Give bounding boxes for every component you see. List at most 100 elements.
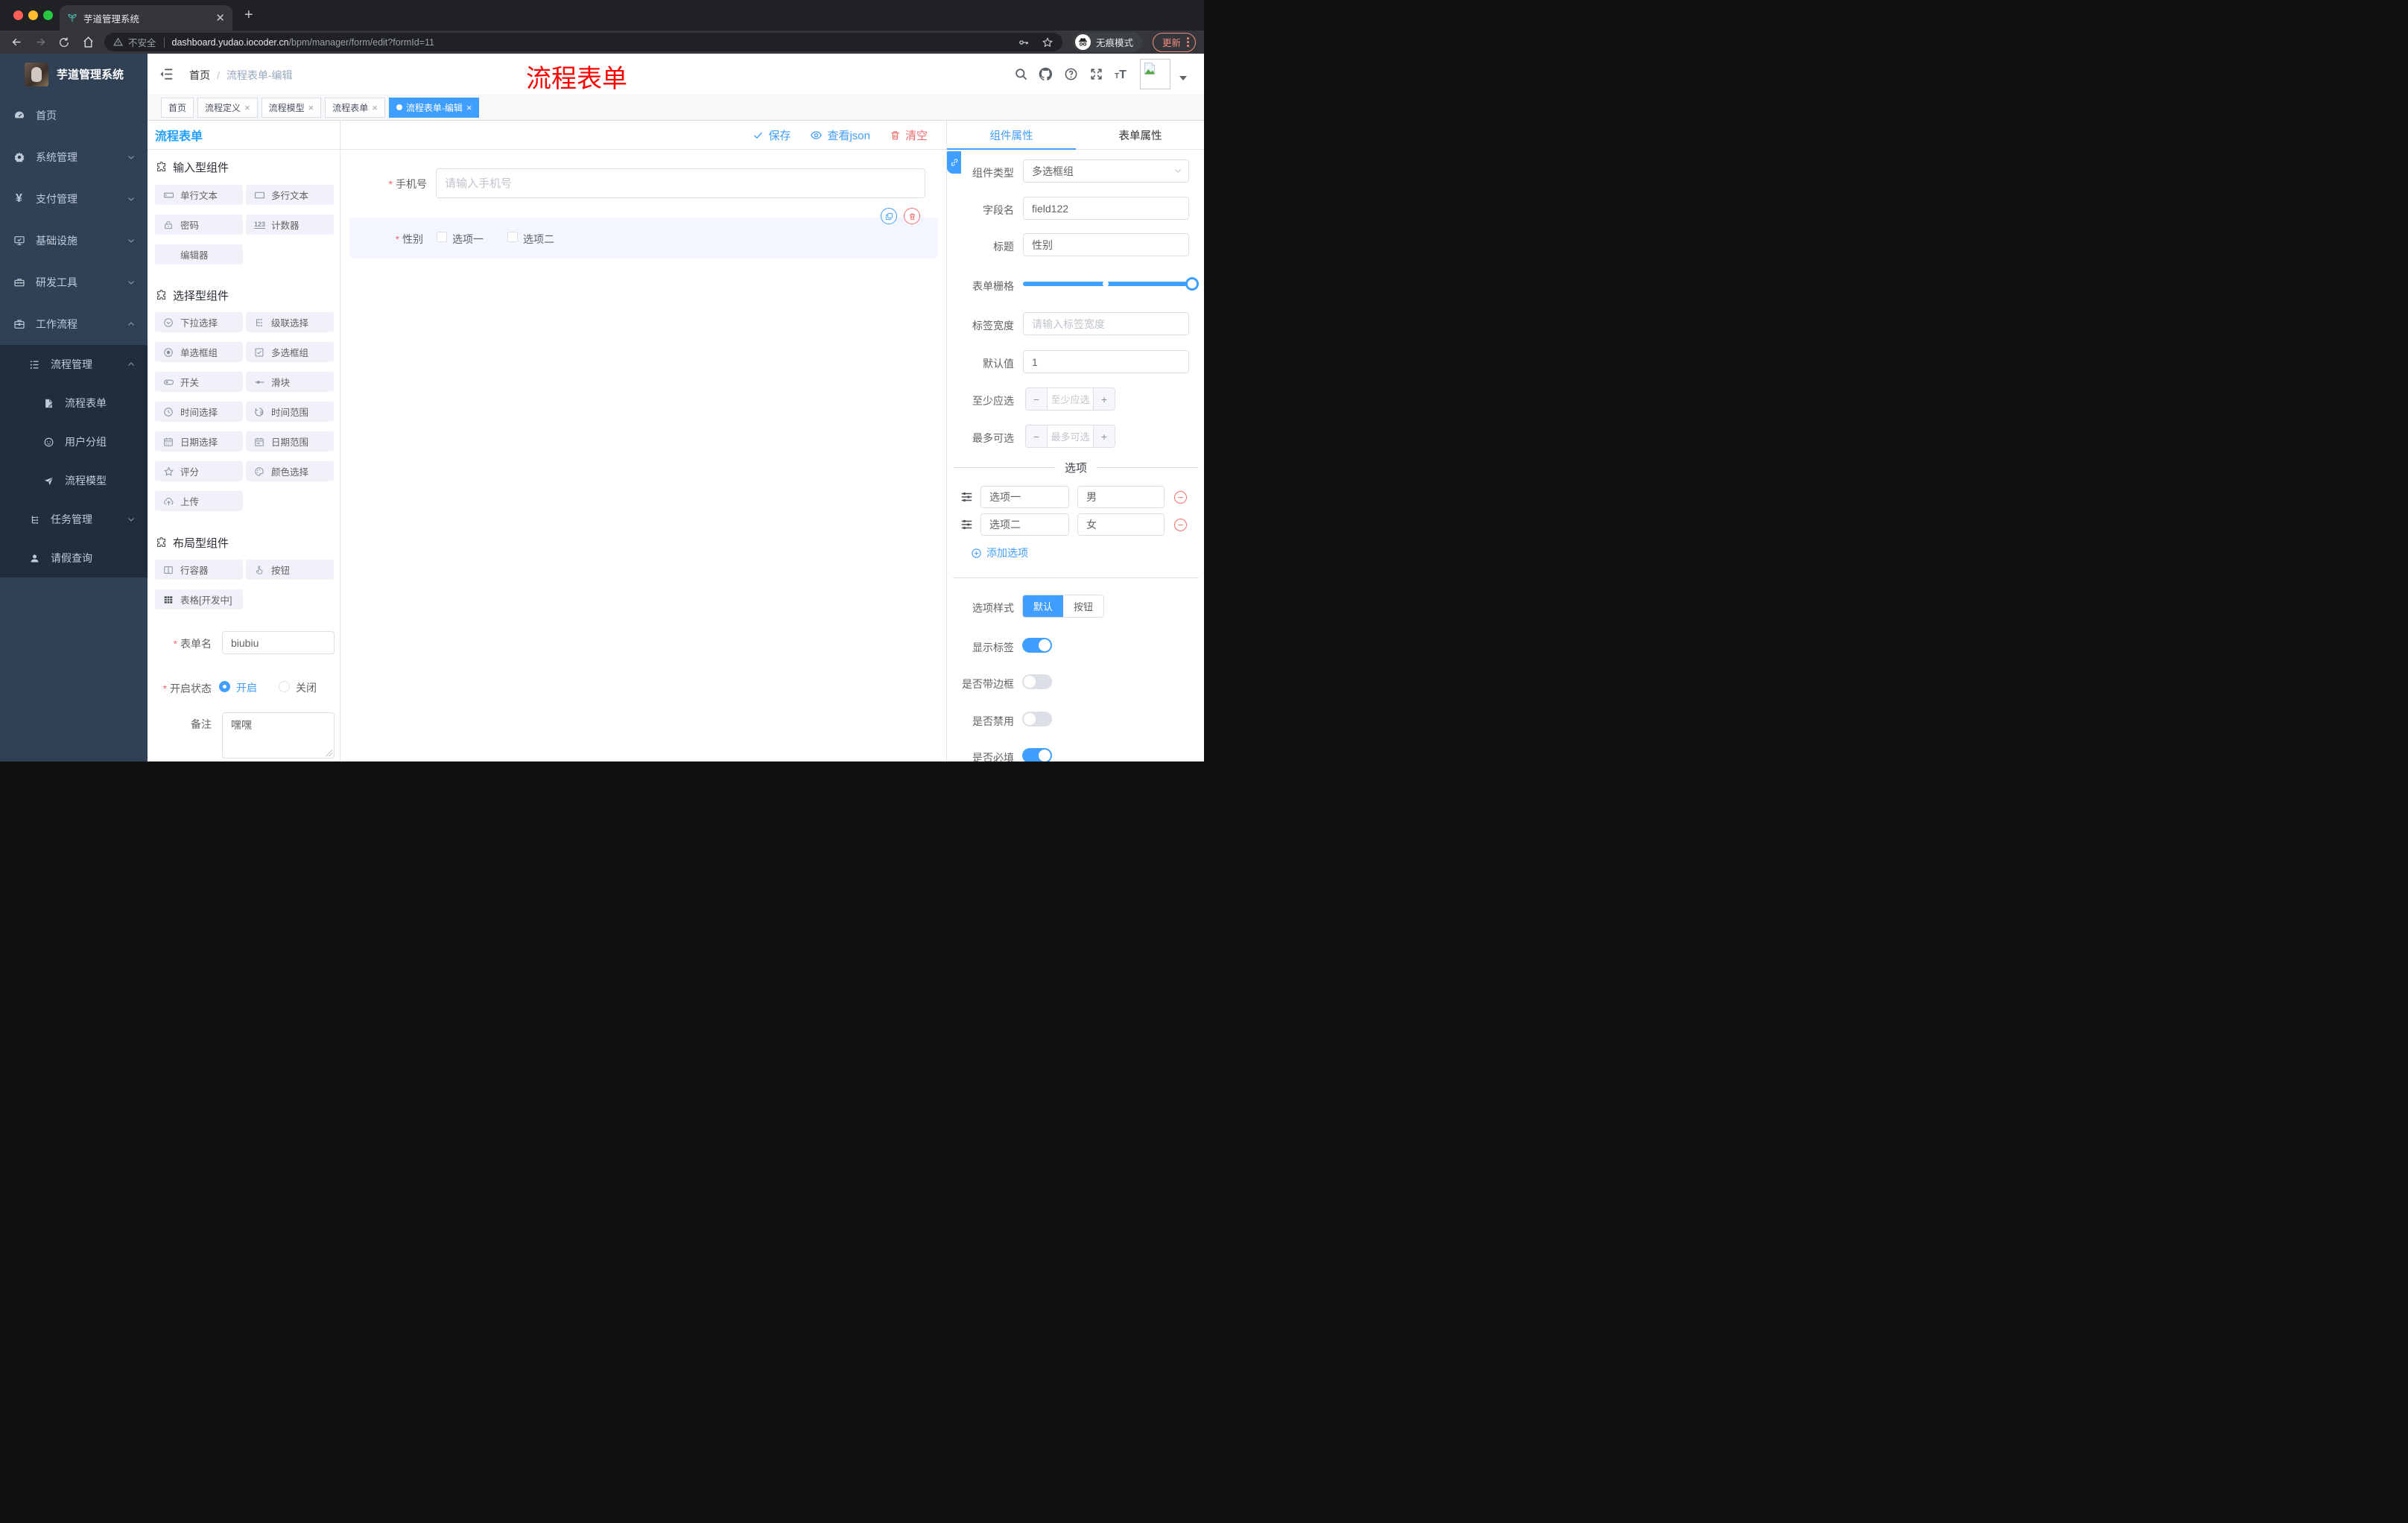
component-chip-table[interactable]: 表格[开发中] — [155, 589, 243, 609]
component-chip-color-picker[interactable]: 颜色选择 — [246, 461, 334, 481]
gender-option1-checkbox[interactable] — [437, 232, 447, 242]
sidebar-item-payment[interactable]: ¥ 支付管理 — [0, 178, 148, 220]
style-default-button[interactable]: 默认 — [1023, 595, 1063, 617]
component-chip-date-range[interactable]: 日期范围 — [246, 431, 334, 452]
sidebar-item-infrastructure[interactable]: 基础设施 — [0, 220, 148, 262]
sidebar-item-process-model[interactable]: 流程模型 — [0, 461, 148, 500]
disabled-toggle[interactable] — [1022, 712, 1052, 726]
browser-menu-icon[interactable] — [1187, 37, 1190, 47]
forward-icon[interactable] — [28, 36, 52, 48]
close-icon[interactable]: × — [372, 102, 378, 113]
option1-value-input[interactable] — [1077, 486, 1165, 508]
slider-handle[interactable] — [1185, 277, 1199, 291]
tag-home[interactable]: 首页 — [161, 97, 194, 118]
component-chip-editor[interactable]: 编辑器 — [155, 244, 243, 265]
plus-button[interactable]: + — [1094, 388, 1115, 410]
gender-option2-label[interactable]: 选项二 — [523, 232, 554, 247]
component-chip-password[interactable]: 密码 — [155, 215, 243, 235]
reload-icon[interactable] — [52, 37, 76, 48]
field-name-input[interactable] — [1023, 197, 1189, 220]
component-chip-date-picker[interactable]: 日期选择 — [155, 431, 243, 452]
component-chip-radio-group[interactable]: 单选框组 — [155, 342, 243, 362]
option1-label-input[interactable] — [980, 486, 1069, 508]
close-icon[interactable]: × — [244, 102, 250, 113]
minus-button[interactable]: − — [1026, 425, 1047, 447]
show-label-toggle[interactable] — [1022, 638, 1052, 653]
bookmark-star-icon[interactable] — [1042, 37, 1054, 48]
phone-input[interactable] — [436, 168, 925, 198]
sidebar-item-process-form[interactable]: 流程表单 — [0, 384, 148, 422]
component-chip-slider[interactable]: 滑块 — [246, 372, 334, 392]
close-icon[interactable]: × — [466, 102, 472, 113]
search-icon[interactable] — [1014, 67, 1028, 81]
app-logo-row[interactable]: 芋道管理系统 — [0, 54, 148, 95]
add-option-button[interactable]: 添加选项 — [971, 545, 1028, 560]
tab-component-props[interactable]: 组件属性 — [947, 121, 1076, 150]
sidebar-item-process-mgmt[interactable]: 流程管理 — [0, 345, 148, 384]
sidebar-item-user-group[interactable]: 用户分组 — [0, 422, 148, 461]
resize-grip[interactable] — [326, 750, 332, 756]
minus-button[interactable]: − — [1026, 388, 1047, 410]
form-remark-textarea[interactable]: 嘿嘿 — [222, 712, 335, 759]
component-chip-time-picker[interactable]: 时间选择 — [155, 402, 243, 422]
tag-process-definition[interactable]: 流程定义 × — [197, 97, 258, 118]
selected-component-gender[interactable]: 性别 选项一 选项二 — [349, 218, 938, 259]
tag-process-form[interactable]: 流程表单 × — [325, 97, 385, 118]
save-button[interactable]: 保存 — [752, 127, 790, 143]
max-select-value[interactable]: 最多可选 — [1047, 425, 1094, 447]
component-chip-upload[interactable]: 上传 — [155, 491, 243, 511]
delete-component-button[interactable] — [904, 208, 920, 224]
sidebar-item-workflow[interactable]: 工作流程 — [0, 303, 148, 345]
remove-option-icon[interactable]: − — [1174, 519, 1187, 531]
option2-value-input[interactable] — [1077, 513, 1165, 536]
browser-tab[interactable]: 芋道管理系统 ✕ — [60, 5, 232, 31]
sidebar-item-task-mgmt[interactable]: 任务管理 — [0, 500, 148, 539]
form-name-input[interactable] — [222, 631, 335, 654]
update-button[interactable]: 更新 — [1153, 32, 1197, 52]
min-select-value[interactable]: 至少应选 — [1047, 388, 1094, 410]
sidebar-item-system[interactable]: 系统管理 — [0, 136, 148, 178]
title-input[interactable] — [1023, 233, 1189, 256]
password-key-icon[interactable] — [1018, 37, 1030, 48]
component-chip-time-range[interactable]: 时间范围 — [246, 402, 334, 422]
component-chip-button[interactable]: 按钮 — [246, 560, 334, 580]
sidebar-item-dev-tools[interactable]: 研发工具 — [0, 262, 148, 303]
component-chip-dropdown[interactable]: 下拉选择 — [155, 312, 243, 332]
breadcrumb-home[interactable]: 首页 — [189, 68, 210, 83]
style-button-button[interactable]: 按钮 — [1063, 595, 1103, 617]
address-bar[interactable]: 不安全 dashboard.yudao.iocoder.cn/bpm/manag… — [104, 33, 1062, 51]
drag-handle-icon[interactable] — [960, 518, 974, 531]
tag-process-form-edit[interactable]: 流程表单-编辑 × — [388, 97, 480, 118]
minimize-window-button[interactable] — [28, 10, 38, 20]
tag-process-model[interactable]: 流程模型 × — [261, 97, 322, 118]
remove-option-icon[interactable]: − — [1174, 491, 1187, 504]
view-json-button[interactable]: 查看json — [810, 127, 870, 143]
sidebar-item-leave-query[interactable]: 请假查询 — [0, 539, 148, 577]
component-chip-switch[interactable]: 开关 — [155, 372, 243, 392]
component-chip-single-line-text[interactable]: 单行文本 — [155, 185, 243, 205]
plus-button[interactable]: + — [1094, 425, 1115, 447]
avatar[interactable] — [1140, 59, 1170, 89]
status-on-label[interactable]: 开启 — [236, 680, 257, 695]
copy-component-button[interactable] — [881, 208, 897, 224]
default-value-input[interactable] — [1023, 350, 1189, 373]
sidebar-item-home[interactable]: 首页 — [0, 95, 148, 136]
option2-label-input[interactable] — [980, 513, 1069, 536]
drag-handle-icon[interactable] — [960, 490, 974, 504]
security-label[interactable]: 不安全 — [128, 35, 156, 49]
status-on-radio[interactable] — [219, 681, 230, 692]
gender-option1-label[interactable]: 选项一 — [452, 232, 484, 247]
gender-option2-checkbox[interactable] — [507, 232, 518, 242]
zoom-window-button[interactable] — [43, 10, 53, 20]
home-icon[interactable] — [76, 36, 100, 48]
new-tab-button[interactable]: + — [244, 7, 253, 22]
component-chip-counter[interactable]: 123 计数器 — [246, 215, 334, 235]
component-chip-checkbox-group[interactable]: 多选框组 — [246, 342, 334, 362]
clear-button[interactable]: 清空 — [890, 127, 928, 143]
collapse-menu-icon[interactable] — [159, 68, 174, 80]
component-chip-row-container[interactable]: 行容器 — [155, 560, 243, 580]
back-icon[interactable] — [4, 36, 28, 48]
component-chip-rate[interactable]: 评分 — [155, 461, 243, 481]
grid-slider-track[interactable] — [1023, 277, 1199, 291]
component-type-select[interactable] — [1023, 159, 1189, 183]
